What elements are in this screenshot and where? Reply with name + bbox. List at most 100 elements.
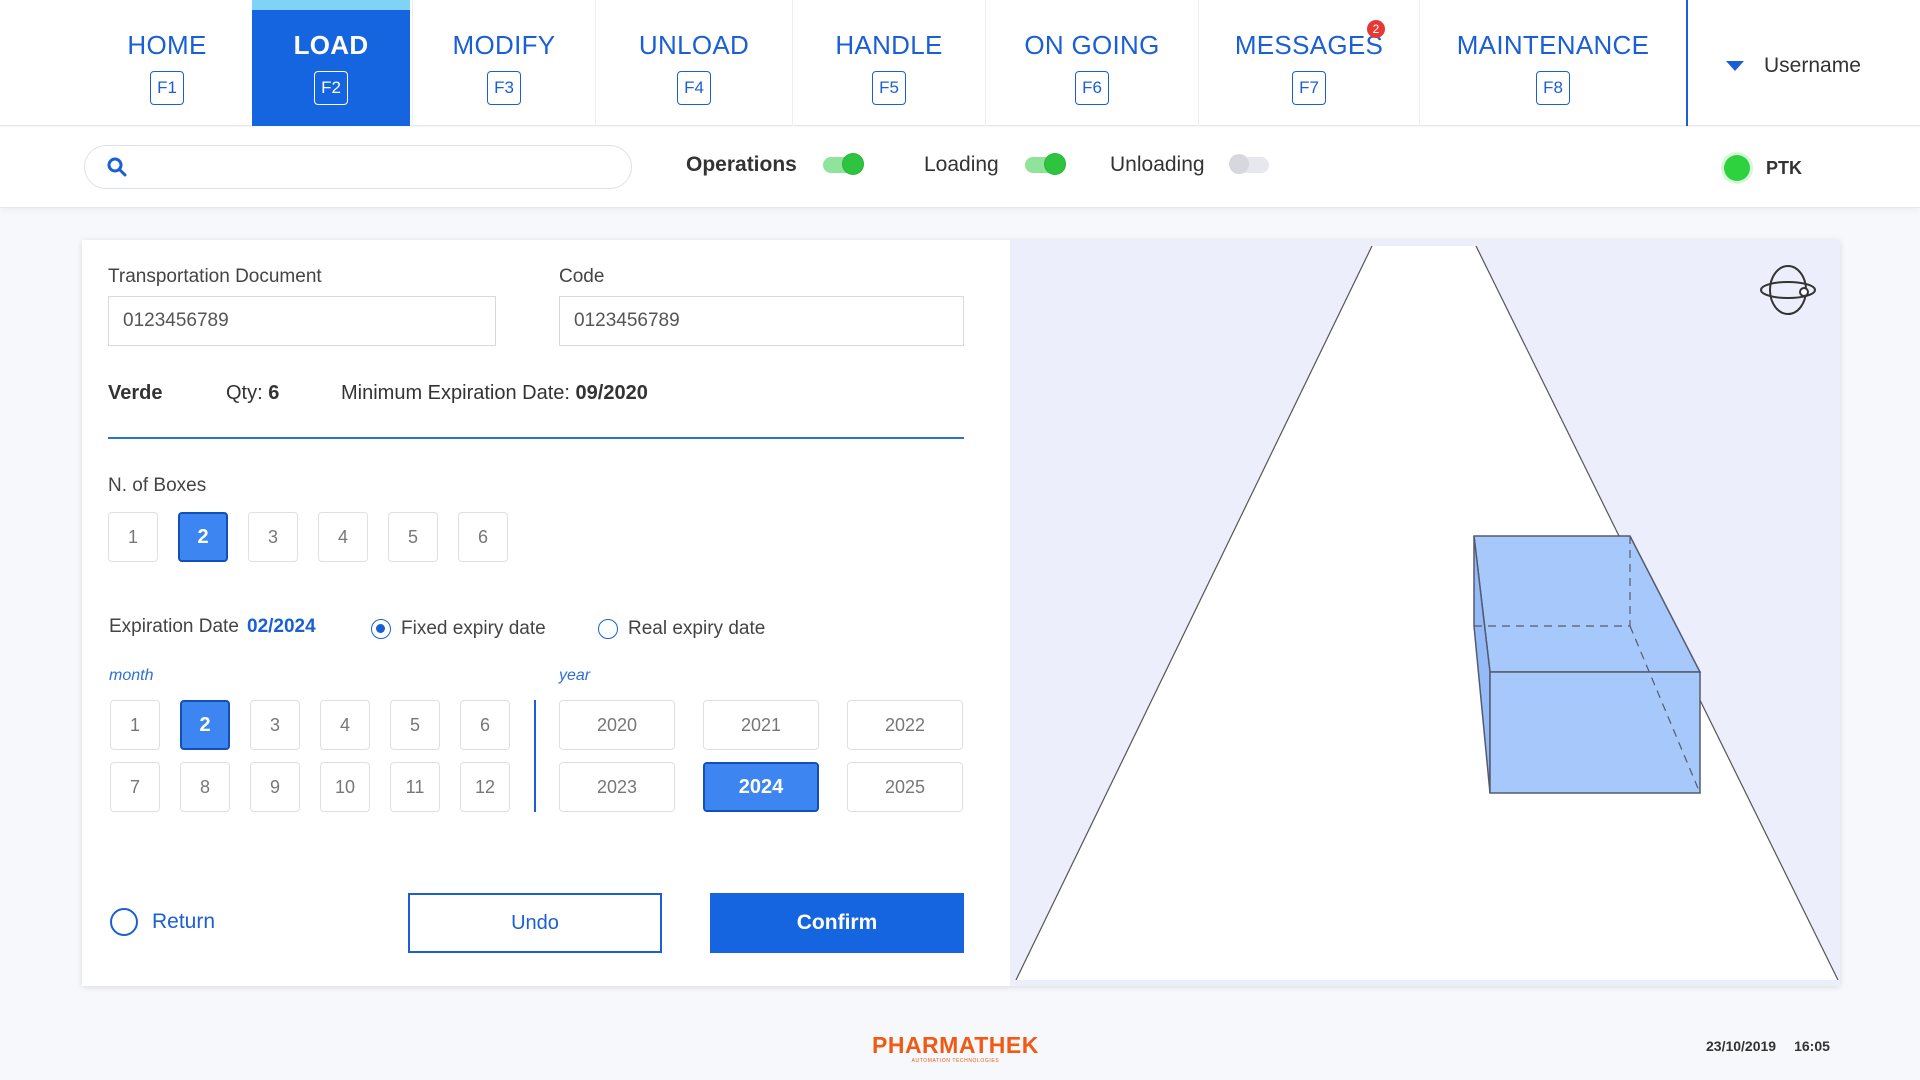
status-dot-icon xyxy=(1724,155,1750,181)
return-label: Return xyxy=(152,910,216,933)
operations-toggle[interactable] xyxy=(822,154,863,174)
nav-modify[interactable]: MODIFY F3 xyxy=(413,0,595,126)
month-button[interactable]: 10 xyxy=(320,762,370,812)
nav-handle-key: F5 xyxy=(872,71,906,105)
month-button-selected[interactable]: 2 xyxy=(180,700,230,750)
box-count-button[interactable]: 1 xyxy=(108,512,158,562)
nav-maintenance-key: F8 xyxy=(1536,71,1570,105)
nav-unload[interactable]: UNLOAD F4 xyxy=(596,0,792,126)
year-caption: year xyxy=(559,667,591,684)
nav-modify-key: F3 xyxy=(487,71,521,105)
year-button[interactable]: 2023 xyxy=(559,762,675,812)
operations-label: Operations xyxy=(686,153,797,176)
month-button[interactable]: 3 xyxy=(250,700,300,750)
operations-toggle-group[interactable]: Operations xyxy=(686,153,863,177)
unloading-toggle[interactable] xyxy=(1228,154,1269,174)
month-button[interactable]: 12 xyxy=(460,762,510,812)
real-expiry-radio[interactable]: Real expiry date xyxy=(598,618,765,640)
box-count-button[interactable]: 4 xyxy=(318,512,368,562)
month-button[interactable]: 7 xyxy=(110,762,160,812)
toggle-knob xyxy=(1044,154,1065,174)
month-year-divider xyxy=(534,700,536,812)
month-button[interactable]: 1 xyxy=(110,700,160,750)
real-expiry-label: Real expiry date xyxy=(628,618,766,639)
nav-messages[interactable]: MESSAGES F7 2 xyxy=(1199,0,1419,126)
return-button[interactable]: Return xyxy=(110,908,215,936)
viewer-bottom-band xyxy=(1010,980,1840,986)
expiration-label: Expiration Date xyxy=(109,616,239,637)
search-icon xyxy=(107,157,127,177)
undo-button[interactable]: Undo xyxy=(408,893,662,953)
transport-doc-label: Transportation Document xyxy=(108,266,322,287)
qty-value: 6 xyxy=(268,382,280,404)
month-caption: month xyxy=(109,667,154,684)
boxes-label: N. of Boxes xyxy=(108,475,207,496)
month-button[interactable]: 9 xyxy=(250,762,300,812)
year-button[interactable]: 2022 xyxy=(847,700,963,750)
year-button-selected[interactable]: 2024 xyxy=(703,762,819,812)
year-button[interactable]: 2021 xyxy=(703,700,819,750)
nav-messages-key: F7 xyxy=(1292,71,1326,105)
nav-maintenance[interactable]: MAINTENANCE F8 xyxy=(1420,0,1686,126)
min-exp-value: 09/2020 xyxy=(575,382,648,404)
nav-unload-key: F4 xyxy=(677,71,711,105)
viewer-canvas xyxy=(1010,240,1840,986)
month-button[interactable]: 4 xyxy=(320,700,370,750)
brand-tagline: AUTOMATION TECHNOLOGIES xyxy=(911,1058,1000,1064)
expiration-value: 02/2024 xyxy=(247,616,316,637)
nav-on-going-label: ON GOING xyxy=(1024,30,1160,60)
nav-on-going[interactable]: ON GOING F6 xyxy=(986,0,1198,126)
code-label: Code xyxy=(559,266,605,287)
radio-circle-icon xyxy=(598,619,618,639)
loading-toggle-group[interactable]: Loading xyxy=(924,153,1065,177)
month-button[interactable]: 6 xyxy=(460,700,510,750)
month-button[interactable]: 11 xyxy=(390,762,440,812)
fixed-expiry-radio[interactable]: Fixed expiry date xyxy=(371,618,546,640)
return-circle-icon xyxy=(110,908,138,936)
radio-circle-icon xyxy=(371,619,391,639)
box-count-button[interactable]: 5 xyxy=(388,512,438,562)
month-button[interactable]: 5 xyxy=(390,700,440,750)
box-count-button[interactable]: 6 xyxy=(458,512,508,562)
footer-datetime: 23/10/2019 16:05 xyxy=(1706,1038,1830,1054)
search-box[interactable] xyxy=(84,145,632,189)
3d-viewer[interactable] xyxy=(1010,240,1840,986)
nav-handle-label: HANDLE xyxy=(835,30,943,60)
toggle-knob xyxy=(842,154,863,174)
year-button[interactable]: 2025 xyxy=(847,762,963,812)
unloading-toggle-group[interactable]: Unloading xyxy=(1110,153,1269,177)
caret-down-icon xyxy=(1726,61,1744,71)
confirm-button[interactable]: Confirm xyxy=(710,893,964,953)
month-button[interactable]: 8 xyxy=(180,762,230,812)
nav-load[interactable]: LOAD F2 xyxy=(252,0,410,126)
loading-label: Loading xyxy=(924,153,999,176)
user-menu[interactable]: Username xyxy=(1726,54,1861,78)
qty-label: Qty: xyxy=(226,382,263,404)
code-field[interactable] xyxy=(559,296,964,346)
nav-home[interactable]: HOME F1 xyxy=(88,0,246,126)
qty-info: Qty: 6 xyxy=(226,382,279,405)
box-count-button[interactable]: 3 xyxy=(248,512,298,562)
top-navigation: HOME F1 LOAD F2 MODIFY F3 UNLOAD F4 HAND… xyxy=(0,0,1920,126)
transport-doc-field[interactable] xyxy=(108,296,496,346)
nav-load-key: F2 xyxy=(314,71,348,105)
user-divider xyxy=(1686,0,1688,126)
footer-date: 23/10/2019 xyxy=(1706,1038,1777,1054)
year-button[interactable]: 2020 xyxy=(559,700,675,750)
min-expiration-info: Minimum Expiration Date: 09/2020 xyxy=(341,382,648,405)
nav-unload-label: UNLOAD xyxy=(638,30,750,60)
nav-modify-label: MODIFY xyxy=(452,30,556,60)
username: Username xyxy=(1764,54,1861,77)
product-name: Verde xyxy=(108,382,163,404)
search-input[interactable] xyxy=(139,147,631,187)
unloading-label: Unloading xyxy=(1110,153,1205,176)
box-count-button-selected[interactable]: 2 xyxy=(178,512,228,562)
nav-messages-label: MESSAGES xyxy=(1234,30,1384,60)
messages-badge: 2 xyxy=(1367,20,1385,38)
loading-toggle[interactable] xyxy=(1024,154,1065,174)
footer-time: 16:05 xyxy=(1794,1038,1830,1054)
nav-load-label: LOAD xyxy=(293,30,369,60)
section-divider xyxy=(108,437,964,439)
nav-handle[interactable]: HANDLE F5 xyxy=(793,0,985,126)
fixed-expiry-label: Fixed expiry date xyxy=(401,618,546,639)
